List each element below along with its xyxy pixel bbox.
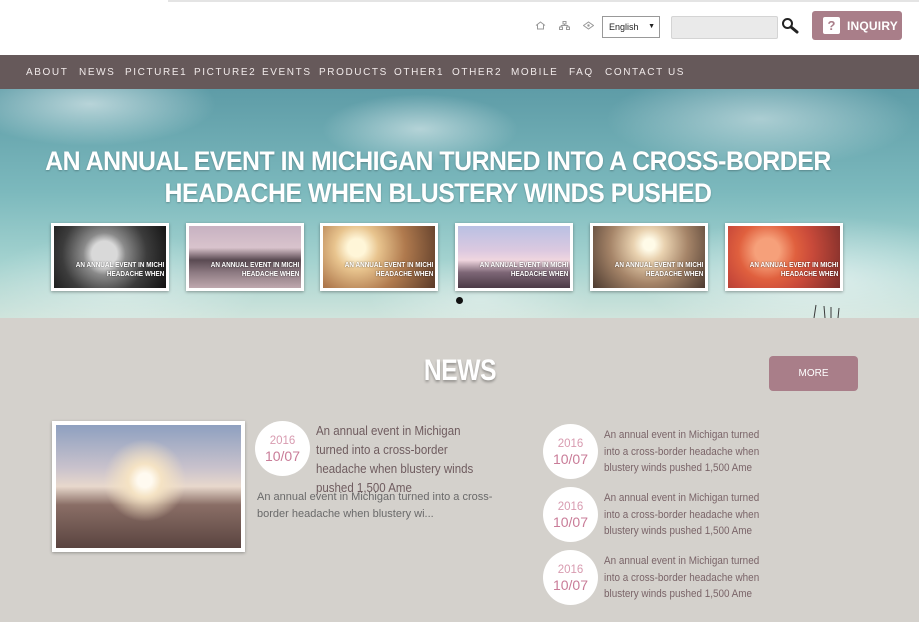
- thumbnail-caption: AN ANNUAL EVENT IN MICHI HEADACHE WHEN: [210, 260, 300, 278]
- thumbnail-caption: AN ANNUAL EVENT IN MICHI HEADACHE WHEN: [614, 260, 704, 278]
- date-day: 10/07: [552, 451, 589, 467]
- site-header: English ▼ ? INQUIRY: [0, 0, 919, 55]
- nav-item-other1[interactable]: OTHER1: [394, 67, 444, 78]
- sitemap-icon[interactable]: [559, 21, 570, 30]
- thumbnail-caption: AN ANNUAL EVENT IN MICHI HEADACHE WHEN: [344, 260, 434, 278]
- feature-headline[interactable]: An annual event in Michigan turned into …: [316, 422, 478, 498]
- thumbnail-caption: AN ANNUAL EVENT IN MICHI HEADACHE WHEN: [479, 260, 569, 278]
- slide-thumbnail[interactable]: AN ANNUAL EVENT IN MICHI HEADACHE WHEN: [186, 223, 304, 291]
- main-nav: ABOUT NEWS PICTURE1 PICTURE2 EVENTS PROD…: [0, 55, 919, 89]
- news-title: NEWS: [423, 354, 497, 387]
- date-badge: 2016 10/07: [255, 421, 310, 476]
- language-select[interactable]: English ▼: [602, 16, 660, 38]
- question-icon: ?: [823, 17, 840, 34]
- date-badge: 2016 10/07: [543, 550, 598, 605]
- nav-item-about[interactable]: ABOUT: [26, 67, 68, 78]
- news-section: NEWS MORE 2016 10/07 An annual event in …: [0, 318, 919, 622]
- search-input[interactable]: [671, 16, 778, 39]
- nav-item-news[interactable]: NEWS: [79, 67, 115, 78]
- grass-decoration: [808, 303, 844, 318]
- date-year: 2016: [557, 501, 584, 513]
- nav-item-picture2[interactable]: PICTURE2: [194, 67, 256, 78]
- inquiry-button[interactable]: ? INQUIRY: [812, 11, 902, 40]
- home-icon[interactable]: [535, 21, 546, 30]
- slide-thumbnail[interactable]: AN ANNUAL EVENT IN MICHI HEADACHE WHEN: [590, 223, 708, 291]
- date-day: 10/07: [264, 448, 301, 464]
- bookmark-icon[interactable]: [583, 21, 594, 30]
- date-year: 2016: [269, 435, 296, 447]
- nav-item-products[interactable]: PRODUCTS: [319, 67, 388, 78]
- nav-item-mobile[interactable]: MOBILE: [511, 67, 558, 78]
- nav-item-faq[interactable]: FAQ: [569, 67, 594, 78]
- slider-dot-active[interactable]: [456, 297, 463, 304]
- hero-title-line2: HEADACHE WHEN BLUSTERY WINDS PUSHED: [164, 178, 712, 208]
- date-day: 10/07: [552, 514, 589, 530]
- feature-image[interactable]: [52, 421, 245, 552]
- search-icon[interactable]: [781, 17, 799, 35]
- slide-thumbnail[interactable]: AN ANNUAL EVENT IN MICHI HEADACHE WHEN: [725, 223, 843, 291]
- slide-thumbnail[interactable]: AN ANNUAL EVENT IN MICHI HEADACHE WHEN: [320, 223, 438, 291]
- news-list-item[interactable]: An annual event in Michigan turned into …: [604, 553, 775, 603]
- nav-item-events[interactable]: EVENTS: [262, 67, 312, 78]
- nav-item-picture1[interactable]: PICTURE1: [125, 67, 187, 78]
- nav-item-contact-us[interactable]: CONTACT US: [605, 67, 685, 78]
- thumbnail-caption: AN ANNUAL EVENT IN MICHI HEADACHE WHEN: [75, 260, 165, 278]
- hero-title-line1: AN ANNUAL EVENT IN MICHIGAN TURNED INTO …: [45, 146, 831, 176]
- news-list-item[interactable]: An annual event in Michigan turned into …: [604, 490, 775, 540]
- top-divider: [168, 0, 919, 2]
- date-day: 10/07: [552, 577, 589, 593]
- date-year: 2016: [557, 564, 584, 576]
- caret-down-icon: ▼: [648, 23, 655, 30]
- date-badge: 2016 10/07: [543, 487, 598, 542]
- language-select-value: English: [609, 22, 639, 32]
- inquiry-label: INQUIRY: [847, 19, 898, 33]
- date-badge: 2016 10/07: [543, 424, 598, 479]
- hero-slider: AN ANNUAL EVENT IN MICHIGAN TURNED INTO …: [0, 89, 919, 318]
- slide-thumbnail[interactable]: AN ANNUAL EVENT IN MICHI HEADACHE WHEN: [51, 223, 169, 291]
- date-year: 2016: [557, 438, 584, 450]
- footer-edge: [0, 622, 919, 638]
- slide-thumbnail[interactable]: AN ANNUAL EVENT IN MICHI HEADACHE WHEN: [455, 223, 573, 291]
- news-list-item[interactable]: An annual event in Michigan turned into …: [604, 427, 775, 477]
- hero-title: AN ANNUAL EVENT IN MICHIGAN TURNED INTO …: [35, 145, 841, 209]
- nav-item-other2[interactable]: OTHER2: [452, 67, 502, 78]
- thumbnail-caption: AN ANNUAL EVENT IN MICHI HEADACHE WHEN: [749, 260, 839, 278]
- more-button[interactable]: MORE: [769, 356, 858, 391]
- feature-excerpt: An annual event in Michigan turned into …: [257, 491, 493, 520]
